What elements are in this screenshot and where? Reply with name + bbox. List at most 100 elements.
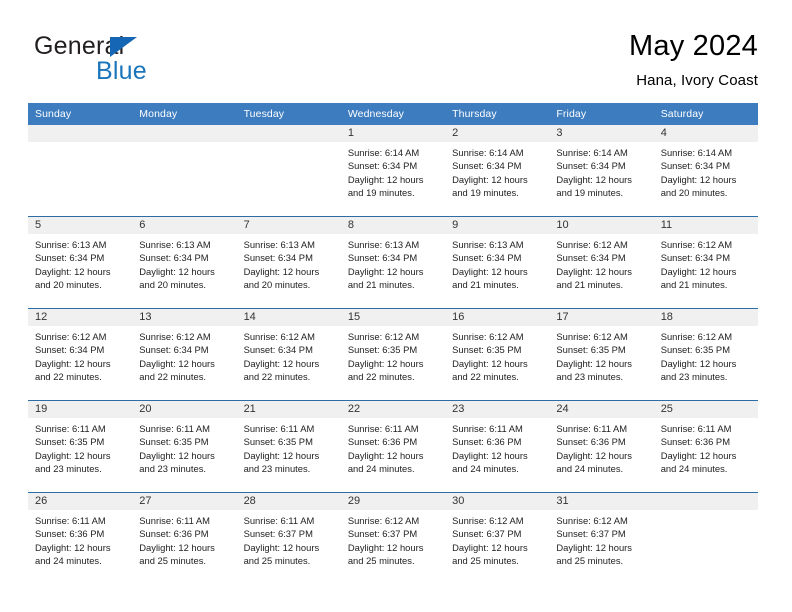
- daylight-text-line1: Daylight: 12 hours: [556, 541, 632, 553]
- daylight-text-line2: and 24 minutes.: [347, 463, 415, 475]
- calendar-day-cell[interactable]: 31 Sunrise: 6:12 AM Sunset: 6:37 PM Dayligh…: [549, 492, 654, 584]
- day-cell-inner: 24 Sunrise: 6:11 AM Sunset: 6:36 PM Dayligh…: [549, 401, 654, 492]
- calendar-day-cell[interactable]: 1 Sunrise: 6:14 AM Sunset: 6:34 PM Daylight…: [340, 125, 446, 217]
- day-cell-inner: 23 Sunrise: 6:11 AM Sunset: 6:36 PM Dayligh…: [445, 401, 550, 492]
- brand-logo[interactable]: General Blue: [34, 34, 224, 94]
- sunrise-text: Sunrise: 6:11 AM: [556, 423, 628, 434]
- calendar-day-cell[interactable]: 25 Sunrise: 6:11 AM Sunset: 6:36 PM Dayligh…: [653, 400, 758, 493]
- day-number: 7: [236, 217, 341, 234]
- calendar-day-cell[interactable]: 13 Sunrise: 6:12 AM Sunset: 6:34 PM Dayligh…: [132, 308, 237, 401]
- calendar-day-cell[interactable]: 22 Sunrise: 6:11 AM Sunset: 6:36 PM Dayligh…: [340, 400, 446, 493]
- daylight-text-line2: and 20 minutes.: [243, 279, 311, 291]
- daylight-text-line1: Daylight: 12 hours: [139, 265, 215, 277]
- day-cell-inner: 22 Sunrise: 6:11 AM Sunset: 6:36 PM Dayligh…: [340, 401, 446, 492]
- daylight-text-line1: Daylight: 12 hours: [452, 357, 528, 369]
- daylight-text-line1: Daylight: 12 hours: [35, 357, 111, 369]
- calendar-day-cell[interactable]: 17 Sunrise: 6:12 AM Sunset: 6:35 PM Dayligh…: [549, 308, 654, 401]
- day-cell-details: Sunrise: 6:14 AM Sunset: 6:34 PM Daylight:…: [445, 142, 549, 200]
- calendar-day-cell[interactable]: 9 Sunrise: 6:13 AM Sunset: 6:34 PM Daylight…: [445, 216, 550, 309]
- calendar-day-cell[interactable]: 4 Sunrise: 6:14 AM Sunset: 6:34 PM Daylight…: [653, 125, 758, 217]
- daylight-text-line2: and 23 minutes.: [556, 371, 624, 383]
- calendar-day-cell[interactable]: 26 Sunrise: 6:11 AM Sunset: 6:36 PM Dayligh…: [28, 492, 133, 584]
- calendar-day-cell[interactable]: 20 Sunrise: 6:11 AM Sunset: 6:35 PM Dayligh…: [132, 400, 237, 493]
- calendar-day-cell[interactable]: 11 Sunrise: 6:12 AM Sunset: 6:34 PM Dayligh…: [653, 216, 758, 309]
- calendar-day-cell[interactable]: 28 Sunrise: 6:11 AM Sunset: 6:37 PM Dayligh…: [236, 492, 341, 584]
- day-cell-details: Sunrise: 6:11 AM Sunset: 6:37 PM Daylight:…: [237, 510, 341, 568]
- daylight-text-line1: Daylight: 12 hours: [660, 173, 737, 185]
- page-header: General Blue May 2024 Hana, Ivory Coast: [28, 28, 758, 98]
- day-cell-inner: 2 Sunrise: 6:14 AM Sunset: 6:34 PM Daylight…: [445, 125, 550, 216]
- calendar-day-cell[interactable]: 27 Sunrise: 6:11 AM Sunset: 6:36 PM Dayligh…: [132, 492, 237, 584]
- calendar-day-cell[interactable]: 5 Sunrise: 6:13 AM Sunset: 6:34 PM Daylight…: [28, 216, 133, 309]
- day-number: 30: [445, 493, 550, 510]
- day-number: [132, 125, 237, 142]
- sunrise-text: Sunrise: 6:11 AM: [452, 423, 523, 434]
- day-cell-details: Sunrise: 6:13 AM Sunset: 6:34 PM Daylight:…: [28, 234, 132, 292]
- day-cell-inner: 1 Sunrise: 6:14 AM Sunset: 6:34 PM Daylight…: [340, 125, 446, 216]
- daylight-text-line1: Daylight: 12 hours: [243, 449, 320, 461]
- day-cell-inner: [653, 493, 758, 584]
- daylight-text-line2: and 24 minutes.: [35, 555, 102, 567]
- daylight-text-line2: and 20 minutes.: [139, 279, 206, 291]
- daylight-text-line2: and 20 minutes.: [660, 187, 728, 199]
- calendar-day-cell[interactable]: 19 Sunrise: 6:11 AM Sunset: 6:35 PM Dayligh…: [28, 400, 133, 493]
- weekday-header-row: Sunday Monday Tuesday Wednesday Thursday…: [28, 103, 758, 125]
- calendar-day-cell[interactable]: 29 Sunrise: 6:12 AM Sunset: 6:37 PM Dayligh…: [340, 492, 446, 584]
- daylight-text-line2: and 21 minutes.: [660, 279, 728, 291]
- day-cell-details: Sunrise: 6:11 AM Sunset: 6:36 PM Daylight:…: [445, 418, 549, 476]
- calendar-day-cell[interactable]: 23 Sunrise: 6:11 AM Sunset: 6:36 PM Dayligh…: [445, 400, 550, 493]
- day-cell-inner: 21 Sunrise: 6:11 AM Sunset: 6:35 PM Dayligh…: [236, 401, 341, 492]
- sunset-text: Sunset: 6:35 PM: [660, 344, 730, 356]
- day-cell-details: Sunrise: 6:12 AM Sunset: 6:34 PM Daylight:…: [654, 234, 758, 292]
- calendar-day-cell[interactable]: 10 Sunrise: 6:12 AM Sunset: 6:34 PM Dayligh…: [549, 216, 654, 309]
- sunrise-text: Sunrise: 6:14 AM: [347, 147, 420, 158]
- sunset-text: Sunset: 6:34 PM: [660, 160, 730, 172]
- sunrise-text: Sunrise: 6:12 AM: [347, 515, 420, 526]
- day-cell-inner: 12 Sunrise: 6:12 AM Sunset: 6:34 PM Dayligh…: [28, 309, 133, 400]
- sunset-text: Sunset: 6:36 PM: [139, 528, 209, 540]
- calendar-day-cell[interactable]: 21 Sunrise: 6:11 AM Sunset: 6:35 PM Dayligh…: [236, 400, 341, 493]
- calendar-day-cell[interactable]: 12 Sunrise: 6:12 AM Sunset: 6:34 PM Dayligh…: [28, 308, 133, 401]
- sunrise-text: Sunrise: 6:12 AM: [660, 239, 733, 250]
- sunrise-text: Sunrise: 6:12 AM: [243, 331, 315, 342]
- sunset-text: Sunset: 6:35 PM: [556, 344, 626, 356]
- daylight-text-line2: and 23 minutes.: [243, 463, 311, 475]
- sunset-text: Sunset: 6:36 PM: [660, 436, 730, 448]
- daylight-text-line1: Daylight: 12 hours: [139, 357, 215, 369]
- calendar-day-cell[interactable]: 2 Sunrise: 6:14 AM Sunset: 6:34 PM Daylight…: [445, 125, 550, 217]
- calendar-day-cell[interactable]: 14 Sunrise: 6:12 AM Sunset: 6:34 PM Dayligh…: [236, 308, 341, 401]
- daylight-text-line2: and 23 minutes.: [35, 463, 102, 475]
- day-cell-details: Sunrise: 6:12 AM Sunset: 6:35 PM Daylight:…: [341, 326, 445, 384]
- calendar-day-cell-empty: [236, 125, 341, 217]
- calendar-day-cell[interactable]: 16 Sunrise: 6:12 AM Sunset: 6:35 PM Dayligh…: [445, 308, 550, 401]
- calendar-day-cell[interactable]: 6 Sunrise: 6:13 AM Sunset: 6:34 PM Daylight…: [132, 216, 237, 309]
- daylight-text-line2: and 25 minutes.: [243, 555, 311, 567]
- sunset-text: Sunset: 6:37 PM: [452, 528, 522, 540]
- day-cell-details: Sunrise: 6:11 AM Sunset: 6:36 PM Daylight:…: [549, 418, 653, 476]
- calendar-day-cell[interactable]: 18 Sunrise: 6:12 AM Sunset: 6:35 PM Dayligh…: [653, 308, 758, 401]
- calendar-day-cell[interactable]: 3 Sunrise: 6:14 AM Sunset: 6:34 PM Daylight…: [549, 125, 654, 217]
- sunrise-text: Sunrise: 6:11 AM: [139, 423, 210, 434]
- day-number: 24: [549, 401, 654, 418]
- brand-triangle-icon: [110, 37, 137, 57]
- calendar-day-cell[interactable]: 15 Sunrise: 6:12 AM Sunset: 6:35 PM Dayligh…: [340, 308, 446, 401]
- calendar-day-cell[interactable]: 8 Sunrise: 6:13 AM Sunset: 6:34 PM Daylight…: [340, 216, 446, 309]
- weekday-header-friday: Friday: [549, 103, 654, 125]
- daylight-text-line2: and 23 minutes.: [139, 463, 206, 475]
- daylight-text-line2: and 25 minutes.: [347, 555, 415, 567]
- calendar-day-cell[interactable]: 24 Sunrise: 6:11 AM Sunset: 6:36 PM Dayligh…: [549, 400, 654, 493]
- day-number: 5: [28, 217, 133, 234]
- day-cell-inner: 30 Sunrise: 6:12 AM Sunset: 6:37 PM Dayligh…: [445, 493, 550, 584]
- day-cell-details: Sunrise: 6:14 AM Sunset: 6:34 PM Daylight:…: [549, 142, 653, 200]
- sunset-text: Sunset: 6:35 PM: [243, 436, 313, 448]
- calendar-day-cell[interactable]: 30 Sunrise: 6:12 AM Sunset: 6:37 PM Dayligh…: [445, 492, 550, 584]
- day-cell-details: Sunrise: 6:11 AM Sunset: 6:36 PM Daylight:…: [341, 418, 445, 476]
- day-cell-inner: 9 Sunrise: 6:13 AM Sunset: 6:34 PM Daylight…: [445, 217, 550, 308]
- calendar-week-row: 5 Sunrise: 6:13 AM Sunset: 6:34 PM Daylight…: [28, 216, 758, 309]
- daylight-text-line1: Daylight: 12 hours: [243, 357, 320, 369]
- day-cell-inner: 18 Sunrise: 6:12 AM Sunset: 6:35 PM Dayligh…: [653, 309, 758, 400]
- sunset-text: Sunset: 6:35 PM: [139, 436, 209, 448]
- calendar-day-cell[interactable]: 7 Sunrise: 6:13 AM Sunset: 6:34 PM Daylight…: [236, 216, 341, 309]
- day-number: 9: [445, 217, 550, 234]
- day-cell-inner: 10 Sunrise: 6:12 AM Sunset: 6:34 PM Dayligh…: [549, 217, 654, 308]
